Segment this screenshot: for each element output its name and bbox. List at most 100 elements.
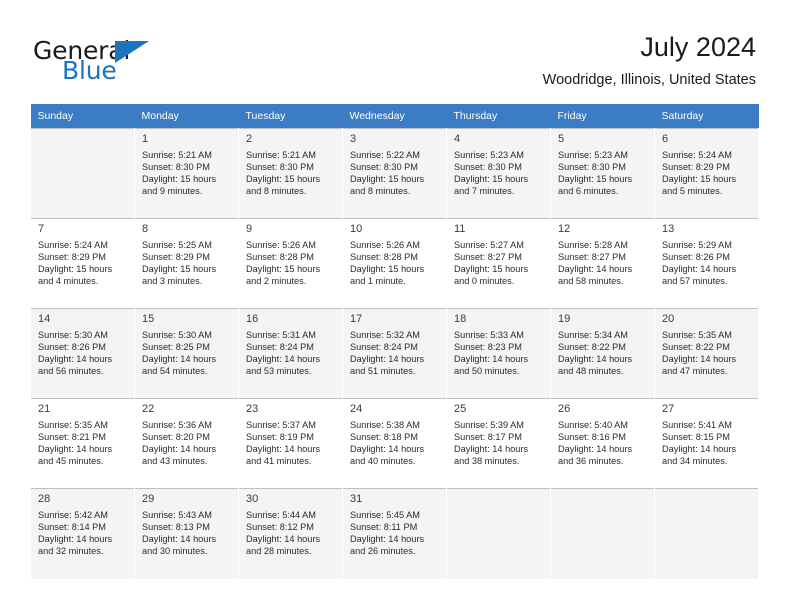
- sunrise-text: Sunrise: 5:34 AM: [558, 330, 628, 340]
- calendar-day-cell[interactable]: 2 Sunrise: 5:21 AM Sunset: 8:30 PM Daylight…: [238, 128, 343, 219]
- daylight-text: Daylight: 15 hours: [142, 174, 217, 185]
- day-number: 16: [246, 313, 259, 325]
- daylight-text: Daylight: 15 hours: [38, 264, 113, 275]
- calendar-day-cell[interactable]: 22 Sunrise: 5:36 AM Sunset: 8:20 PM Dayligh…: [134, 398, 239, 489]
- calendar-day-cell[interactable]: 3 Sunrise: 5:22 AM Sunset: 8:30 PM Daylight…: [342, 128, 447, 219]
- calendar-day-cell[interactable]: 12 Sunrise: 5:28 AM Sunset: 8:27 PM Dayligh…: [550, 218, 655, 309]
- calendar-day-cell[interactable]: 18 Sunrise: 5:33 AM Sunset: 8:23 PM Dayligh…: [446, 308, 551, 399]
- calendar-day-cell[interactable]: 19 Sunrise: 5:34 AM Sunset: 8:22 PM Dayligh…: [550, 308, 655, 399]
- daylight-text: Daylight: 15 hours: [454, 264, 529, 275]
- daylight-text: and 6 minutes.: [558, 186, 619, 197]
- calendar-day-cell[interactable]: 30 Sunrise: 5:44 AM Sunset: 8:12 PM Dayligh…: [238, 488, 343, 579]
- sunset-text: Sunset: 8:11 PM: [350, 522, 418, 533]
- day-number: 25: [454, 403, 467, 415]
- daylight-text: Daylight: 14 hours: [662, 264, 737, 275]
- weekday-header-thursday: Thursday: [446, 104, 551, 129]
- daylight-text: Daylight: 15 hours: [142, 264, 217, 275]
- sunrise-text: Sunrise: 5:23 AM: [454, 150, 524, 160]
- calendar-day-cell[interactable]: 29 Sunrise: 5:43 AM Sunset: 8:13 PM Dayligh…: [134, 488, 239, 579]
- daylight-text: and 2 minutes.: [246, 276, 307, 287]
- daylight-text: and 41 minutes.: [246, 456, 312, 467]
- sunset-text: Sunset: 8:28 PM: [246, 252, 314, 263]
- day-cell-inner: 2 Sunrise: 5:21 AM Sunset: 8:30 PM Daylight…: [239, 129, 342, 218]
- weekday-header-sunday: Sunday: [30, 104, 135, 129]
- calendar-day-cell[interactable]: 20 Sunrise: 5:35 AM Sunset: 8:22 PM Dayligh…: [654, 308, 759, 399]
- calendar-day-cell[interactable]: 11 Sunrise: 5:27 AM Sunset: 8:27 PM Dayligh…: [446, 218, 551, 309]
- calendar-day-cell[interactable]: 15 Sunrise: 5:30 AM Sunset: 8:25 PM Dayligh…: [134, 308, 239, 399]
- calendar-day-cell[interactable]: 28 Sunrise: 5:42 AM Sunset: 8:14 PM Dayligh…: [30, 488, 135, 579]
- day-number: 13: [662, 223, 675, 235]
- day-cell-inner: 14 Sunrise: 5:30 AM Sunset: 8:26 PM Dayligh…: [31, 309, 134, 398]
- calendar-day-cell[interactable]: 4 Sunrise: 5:23 AM Sunset: 8:30 PM Daylight…: [446, 128, 551, 219]
- sunset-text: Sunset: 8:28 PM: [350, 252, 418, 263]
- daylight-text: Daylight: 14 hours: [246, 444, 321, 455]
- calendar-day-cell[interactable]: 16 Sunrise: 5:31 AM Sunset: 8:24 PM Dayligh…: [238, 308, 343, 399]
- sunrise-text: Sunrise: 5:35 AM: [38, 420, 108, 430]
- sunset-text: Sunset: 8:30 PM: [558, 162, 626, 173]
- weekday-header-monday: Monday: [134, 104, 239, 129]
- calendar-day-cell[interactable]: 21 Sunrise: 5:35 AM Sunset: 8:21 PM Dayligh…: [30, 398, 135, 489]
- day-number: 19: [558, 313, 571, 325]
- calendar-day-cell[interactable]: 31 Sunrise: 5:45 AM Sunset: 8:11 PM Dayligh…: [342, 488, 447, 579]
- daylight-text: Daylight: 14 hours: [142, 534, 217, 545]
- sunset-text: Sunset: 8:29 PM: [38, 252, 106, 263]
- day-number: 6: [662, 133, 669, 145]
- brand-logo[interactable]: General Blue: [33, 36, 233, 88]
- calendar-day-cell[interactable]: 5 Sunrise: 5:23 AM Sunset: 8:30 PM Daylight…: [550, 128, 655, 219]
- weekday-header-tuesday: Tuesday: [238, 104, 343, 129]
- day-number: 17: [350, 313, 363, 325]
- daylight-text: and 32 minutes.: [38, 546, 104, 557]
- sunset-text: Sunset: 8:16 PM: [558, 432, 626, 443]
- sunrise-text: Sunrise: 5:30 AM: [142, 330, 212, 340]
- sunrise-text: Sunrise: 5:35 AM: [662, 330, 732, 340]
- sunset-text: Sunset: 8:20 PM: [142, 432, 210, 443]
- calendar-empty-cell: [550, 488, 655, 579]
- calendar-day-cell[interactable]: 27 Sunrise: 5:41 AM Sunset: 8:15 PM Dayligh…: [654, 398, 759, 489]
- page-header: General Blue July 2024 Woodridge, Illino…: [0, 0, 792, 104]
- daylight-text: Daylight: 14 hours: [558, 264, 633, 275]
- calendar-day-cell[interactable]: 24 Sunrise: 5:38 AM Sunset: 8:18 PM Dayligh…: [342, 398, 447, 489]
- daylight-text: and 30 minutes.: [142, 546, 208, 557]
- day-cell-inner: [31, 129, 134, 218]
- calendar-week-row: 14 Sunrise: 5:30 AM Sunset: 8:26 PM Dayligh…: [30, 308, 759, 399]
- sunrise-text: Sunrise: 5:39 AM: [454, 420, 524, 430]
- daylight-text: and 57 minutes.: [662, 276, 728, 287]
- sunset-text: Sunset: 8:18 PM: [350, 432, 418, 443]
- daylight-text: Daylight: 15 hours: [662, 174, 737, 185]
- day-cell-inner: 24 Sunrise: 5:38 AM Sunset: 8:18 PM Dayligh…: [343, 399, 446, 488]
- day-number: 7: [38, 223, 45, 235]
- day-number: 14: [38, 313, 51, 325]
- day-number: 21: [38, 403, 51, 415]
- sunset-text: Sunset: 8:17 PM: [454, 432, 522, 443]
- daylight-text: and 8 minutes.: [350, 186, 411, 197]
- day-cell-inner: 11 Sunrise: 5:27 AM Sunset: 8:27 PM Dayligh…: [447, 219, 550, 308]
- calendar-day-cell[interactable]: 7 Sunrise: 5:24 AM Sunset: 8:29 PM Daylight…: [30, 218, 135, 309]
- calendar-day-cell[interactable]: 17 Sunrise: 5:32 AM Sunset: 8:24 PM Dayligh…: [342, 308, 447, 399]
- sunrise-text: Sunrise: 5:38 AM: [350, 420, 420, 430]
- calendar-day-cell[interactable]: 9 Sunrise: 5:26 AM Sunset: 8:28 PM Daylight…: [238, 218, 343, 309]
- calendar-day-cell[interactable]: 23 Sunrise: 5:37 AM Sunset: 8:19 PM Dayligh…: [238, 398, 343, 489]
- daylight-text: and 51 minutes.: [350, 366, 416, 377]
- sunset-text: Sunset: 8:22 PM: [662, 342, 730, 353]
- day-number: 24: [350, 403, 363, 415]
- day-number: 9: [246, 223, 253, 235]
- calendar-day-cell[interactable]: 8 Sunrise: 5:25 AM Sunset: 8:29 PM Daylight…: [134, 218, 239, 309]
- day-number: 3: [350, 133, 357, 145]
- calendar-day-cell[interactable]: 10 Sunrise: 5:26 AM Sunset: 8:28 PM Dayligh…: [342, 218, 447, 309]
- calendar-day-cell[interactable]: 1 Sunrise: 5:21 AM Sunset: 8:30 PM Daylight…: [134, 128, 239, 219]
- day-cell-inner: 1 Sunrise: 5:21 AM Sunset: 8:30 PM Daylight…: [135, 129, 238, 218]
- calendar-day-cell[interactable]: 14 Sunrise: 5:30 AM Sunset: 8:26 PM Dayligh…: [30, 308, 135, 399]
- weekday-header-friday: Friday: [550, 104, 655, 129]
- sunrise-text: Sunrise: 5:25 AM: [142, 240, 212, 250]
- day-cell-inner: 27 Sunrise: 5:41 AM Sunset: 8:15 PM Dayligh…: [655, 399, 758, 488]
- sunrise-text: Sunrise: 5:23 AM: [558, 150, 628, 160]
- day-cell-inner: 10 Sunrise: 5:26 AM Sunset: 8:28 PM Dayligh…: [343, 219, 446, 308]
- daylight-text: Daylight: 15 hours: [558, 174, 633, 185]
- calendar-day-cell[interactable]: 25 Sunrise: 5:39 AM Sunset: 8:17 PM Dayligh…: [446, 398, 551, 489]
- sunset-text: Sunset: 8:30 PM: [246, 162, 314, 173]
- daylight-text: and 34 minutes.: [662, 456, 728, 467]
- calendar-day-cell[interactable]: 13 Sunrise: 5:29 AM Sunset: 8:26 PM Dayligh…: [654, 218, 759, 309]
- sunset-text: Sunset: 8:23 PM: [454, 342, 522, 353]
- calendar-day-cell[interactable]: 6 Sunrise: 5:24 AM Sunset: 8:29 PM Daylight…: [654, 128, 759, 219]
- calendar-day-cell[interactable]: 26 Sunrise: 5:40 AM Sunset: 8:16 PM Dayligh…: [550, 398, 655, 489]
